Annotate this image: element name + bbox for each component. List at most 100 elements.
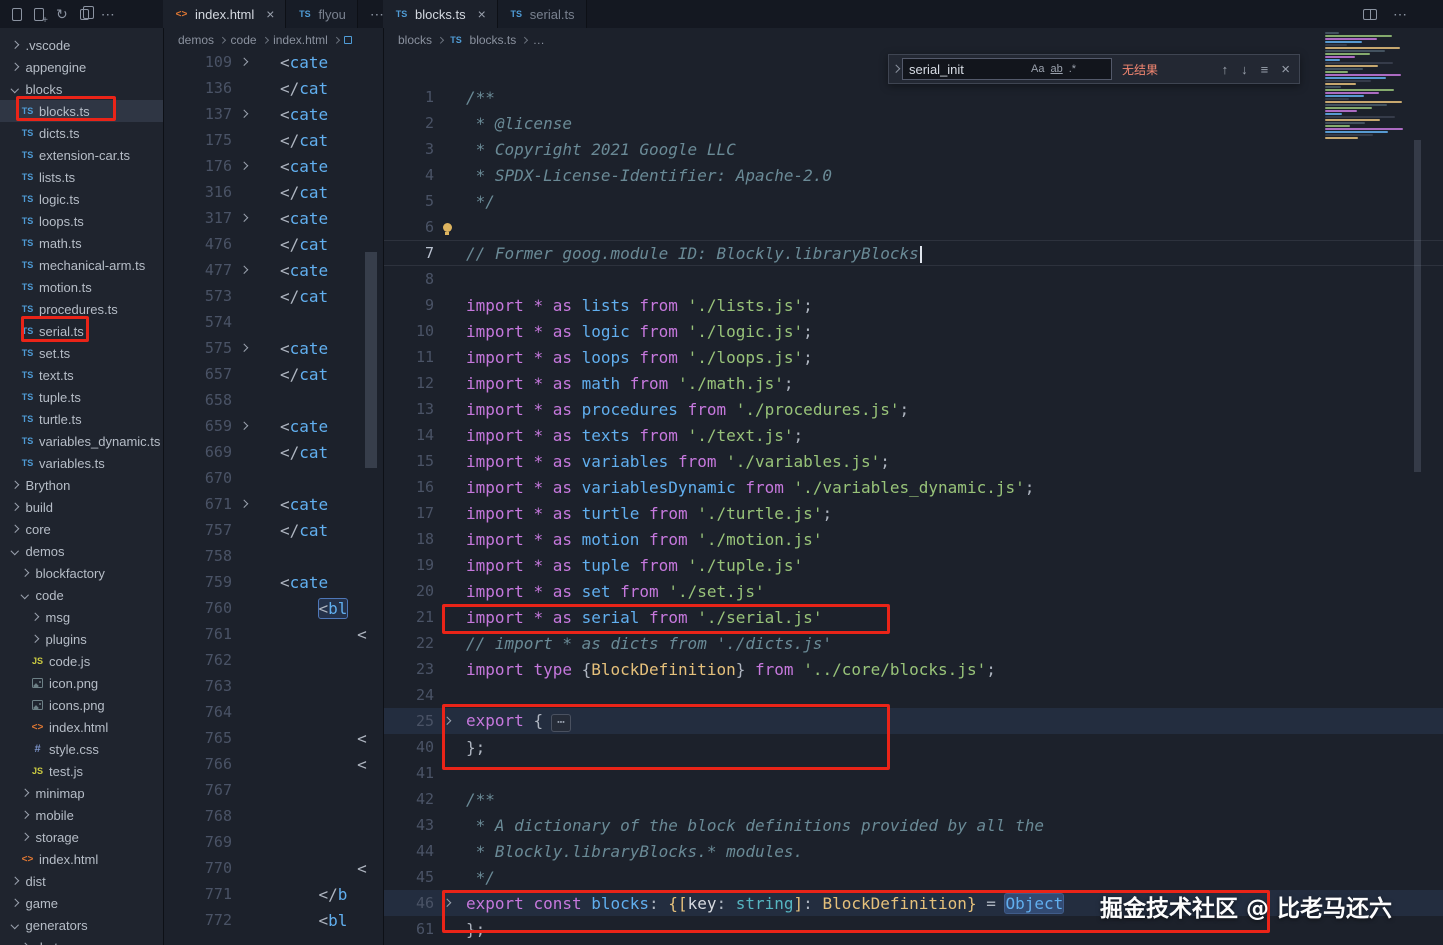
code-line-7[interactable]: 7 // Former goog.module ID: Blockly.libra… [384, 240, 1443, 266]
code-line-12[interactable]: 12 import * as math from './math.js'; [384, 370, 1443, 396]
code-line-18[interactable]: 18 import * as motion from './motion.js' [384, 526, 1443, 552]
code-line-765[interactable]: 765 < [164, 725, 383, 751]
code-line-771[interactable]: 771 </b [164, 881, 383, 907]
code-line-3[interactable]: 3 * Copyright 2021 Google LLC [384, 136, 1443, 162]
scrollbar-thumb[interactable] [1414, 140, 1421, 472]
sidebar-item-test-js[interactable]: JS test.js [0, 760, 163, 782]
sidebar-folder-core[interactable]: core [0, 518, 163, 540]
chevron-down-icon[interactable] [20, 591, 29, 599]
chevron-right-icon[interactable] [10, 481, 19, 489]
code-line-476[interactable]: 476 </cat [164, 231, 383, 257]
sidebar-folder--vscode[interactable]: .vscode [0, 34, 163, 56]
sidebar-item-turtle-ts[interactable]: TS turtle.ts [0, 408, 163, 430]
split-editor-icon[interactable] [1363, 8, 1377, 20]
code-line-671[interactable]: 671 <cate [164, 491, 383, 517]
code-line-669[interactable]: 669 </cat [164, 439, 383, 465]
breadcrumb-item[interactable]: index.html [273, 33, 328, 47]
code-line-22[interactable]: 22 // import * as dicts from './dicts.js' [384, 630, 1443, 656]
sidebar-item-variables-dynamic-ts[interactable]: TS variables_dynamic.ts [0, 430, 163, 452]
breadcrumb-item[interactable]: blocks [398, 33, 432, 47]
tab-serial-ts[interactable]: TS serial.ts [497, 0, 587, 28]
sidebar-item-icon-png[interactable]: icon.png [0, 672, 163, 694]
sidebar-item-dicts-ts[interactable]: TS dicts.ts [0, 122, 163, 144]
chevron-right-icon[interactable] [10, 877, 19, 885]
sidebar-folder-build[interactable]: build [0, 496, 163, 518]
chevron-right-icon[interactable] [20, 811, 29, 819]
tab-blocks-ts[interactable]: TS blocks.ts × [383, 0, 498, 28]
code-line-21[interactable]: 21 import * as serial from './serial.js' [384, 604, 1443, 630]
file-icon[interactable] [12, 7, 22, 21]
sidebar-item-style-css[interactable]: # style.css [0, 738, 163, 760]
code-line-41[interactable]: 41 [384, 760, 1443, 786]
code-line-176[interactable]: 176 <cate [164, 153, 383, 179]
sidebar-item-text-ts[interactable]: TS text.ts [0, 364, 163, 386]
code-line-175[interactable]: 175 </cat [164, 127, 383, 153]
code-line-657[interactable]: 657 </cat [164, 361, 383, 387]
copy-icon[interactable] [79, 5, 94, 20]
code-line-758[interactable]: 758 [164, 543, 383, 569]
code-line-11[interactable]: 11 import * as loops from './loops.js'; [384, 344, 1443, 370]
sidebar-item-lists-ts[interactable]: TS lists.ts [0, 166, 163, 188]
code-line-23[interactable]: 23 import type {BlockDefinition} from '..… [384, 656, 1443, 682]
chevron-right-icon[interactable] [10, 899, 19, 907]
sidebar-item-code-js[interactable]: JS code.js [0, 650, 163, 672]
breadcrumb-item[interactable]: demos [178, 33, 214, 47]
new-file-icon[interactable] [34, 7, 48, 26]
sidebar-item-motion-ts[interactable]: TS motion.ts [0, 276, 163, 298]
code-line-575[interactable]: 575 <cate [164, 335, 383, 361]
sidebar-folder-blocks[interactable]: blocks [0, 78, 163, 100]
code-line-477[interactable]: 477 <cate [164, 257, 383, 283]
find-in-selection-icon[interactable]: ≡ [1261, 62, 1269, 77]
chevron-right-icon[interactable] [10, 63, 19, 71]
sidebar-item-set-ts[interactable]: TS set.ts [0, 342, 163, 364]
fold-collapsed-icon[interactable] [232, 110, 256, 118]
minimap[interactable] [1325, 32, 1415, 144]
code-line-17[interactable]: 17 import * as turtle from './turtle.js'; [384, 500, 1443, 526]
code-line-10[interactable]: 10 import * as logic from './logic.js'; [384, 318, 1443, 344]
code-line-760[interactable]: 760 <bl [164, 595, 383, 621]
sidebar-item-blocks-ts[interactable]: TS blocks.ts [0, 100, 163, 122]
code-line-757[interactable]: 757 </cat [164, 517, 383, 543]
code-line-658[interactable]: 658 [164, 387, 383, 413]
sidebar-folder-storage[interactable]: storage [0, 826, 163, 848]
code-line-9[interactable]: 9 import * as lists from './lists.js'; [384, 292, 1443, 318]
fold-collapsed-icon[interactable] [232, 344, 256, 352]
code-line-316[interactable]: 316 </cat [164, 179, 383, 205]
chevron-right-icon[interactable] [20, 833, 29, 841]
history-icon[interactable]: ↻ [56, 7, 68, 21]
code-line-574[interactable]: 574 [164, 309, 383, 335]
chevron-right-icon[interactable] [30, 635, 39, 643]
breadcrumb-item[interactable]: blocks.ts [470, 33, 517, 47]
chevron-down-icon[interactable] [10, 921, 19, 929]
code-line-45[interactable]: 45 */ [384, 864, 1443, 890]
sidebar-folder-dart[interactable]: dart [0, 936, 163, 945]
code-line-769[interactable]: 769 [164, 829, 383, 855]
match-case-icon[interactable]: Aa [1031, 63, 1044, 75]
code-line-19[interactable]: 19 import * as tuple from './tuple.js' [384, 552, 1443, 578]
code-line-2[interactable]: 2 * @license [384, 110, 1443, 136]
sidebar-item-logic-ts[interactable]: TS logic.ts [0, 188, 163, 210]
close-icon[interactable]: × [478, 6, 486, 22]
code-line-20[interactable]: 20 import * as set from './set.js' [384, 578, 1443, 604]
sidebar-folder-dist[interactable]: dist [0, 870, 163, 892]
code-line-13[interactable]: 13 import * as procedures from './procedu… [384, 396, 1443, 422]
close-icon[interactable]: × [266, 6, 274, 22]
scrollbar-thumb[interactable] [365, 252, 377, 468]
code-line-772[interactable]: 772 <bl [164, 907, 383, 933]
breadcrumb-item[interactable]: code [231, 33, 257, 47]
chevron-right-icon[interactable] [10, 41, 19, 49]
code-line-762[interactable]: 762 [164, 647, 383, 673]
chevron-down-icon[interactable] [10, 547, 19, 555]
next-match-icon[interactable]: ↓ [1241, 62, 1248, 77]
code-line-43[interactable]: 43 * A dictionary of the block definitio… [384, 812, 1443, 838]
sidebar-folder-generators[interactable]: generators [0, 914, 163, 936]
editor-index-html[interactable]: 109 <cate 136 </cat 137 <cate 175 </cat 176 <cate… [164, 49, 383, 945]
code-line-42[interactable]: 42 /** [384, 786, 1443, 812]
sidebar-folder-msg[interactable]: msg [0, 606, 163, 628]
lightbulb-icon[interactable] [442, 222, 452, 235]
chevron-right-icon[interactable] [20, 569, 29, 577]
tab-flyout[interactable]: TS flyou [286, 0, 358, 28]
sidebar-item-icons-png[interactable]: icons.png [0, 694, 163, 716]
previous-match-icon[interactable]: ↑ [1222, 62, 1229, 77]
sidebar-folder-demos[interactable]: demos [0, 540, 163, 562]
